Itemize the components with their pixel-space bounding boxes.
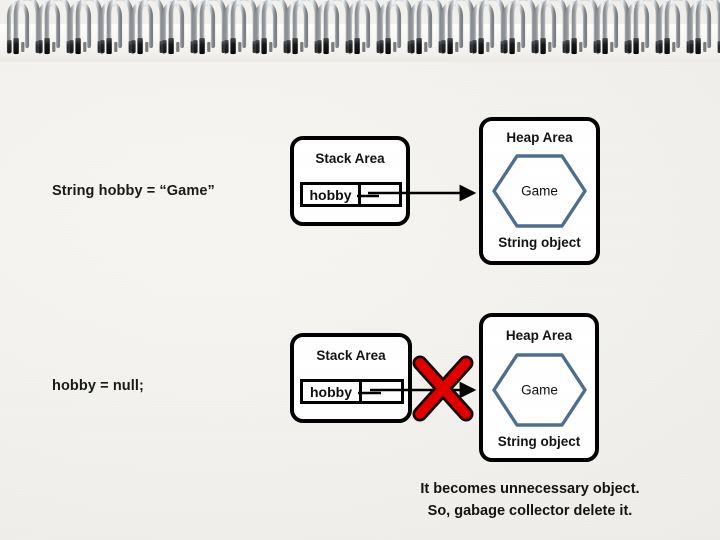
diagram-one-string-object-hexagon: Game [491, 153, 588, 229]
diagram-two-heap-box: Heap Area Game String object [479, 313, 599, 462]
connector-overlay [357, 184, 477, 422]
red-x-icon [412, 355, 474, 422]
paper-grain-overlay [0, 0, 720, 540]
diagram-one-variable-name: hobby [303, 185, 361, 204]
diagram-one-variable-row: hobby [300, 182, 402, 207]
diagram-two-stack-box: Stack Area hobby [290, 333, 412, 423]
diagram-two-variable-name: hobby [303, 382, 362, 401]
footnote-line-one: It becomes unnecessary object. [420, 481, 640, 497]
diagram-two-heap-title: Heap Area [505, 328, 573, 343]
diagram-one-object-caption: String object [498, 235, 581, 250]
diagram-one-variable-value [361, 185, 399, 204]
diagram-two-variable-row: hobby [300, 379, 404, 404]
footnote-line-two: So, gabage collector delete it. [427, 503, 633, 519]
diagram-one-heap-title: Heap Area [506, 130, 573, 145]
diagram-one-object-value: Game [521, 183, 558, 199]
diagram-two-string-object-hexagon: Game [491, 352, 588, 428]
slide-page: String hobby = “Game” Stack Area hobby H… [0, 0, 720, 540]
diagram-two-stack-title: Stack Area [316, 348, 386, 363]
diagram-one-heap-box: Heap Area Game String object [479, 117, 600, 265]
diagram-two-variable-value [362, 382, 401, 401]
diagram-one-stack-title: Stack Area [315, 151, 385, 166]
diagram-one-code-label: String hobby = “Game” [52, 183, 215, 199]
diagram-two-code-label: hobby = null; [52, 378, 144, 394]
diagram-one-stack-box: Stack Area hobby [290, 136, 410, 226]
diagram-two-object-value: Game [521, 382, 558, 398]
spiral-binding [0, 0, 720, 62]
diagram-two-object-caption: String object [497, 434, 581, 449]
spiral-coils [0, 0, 720, 62]
